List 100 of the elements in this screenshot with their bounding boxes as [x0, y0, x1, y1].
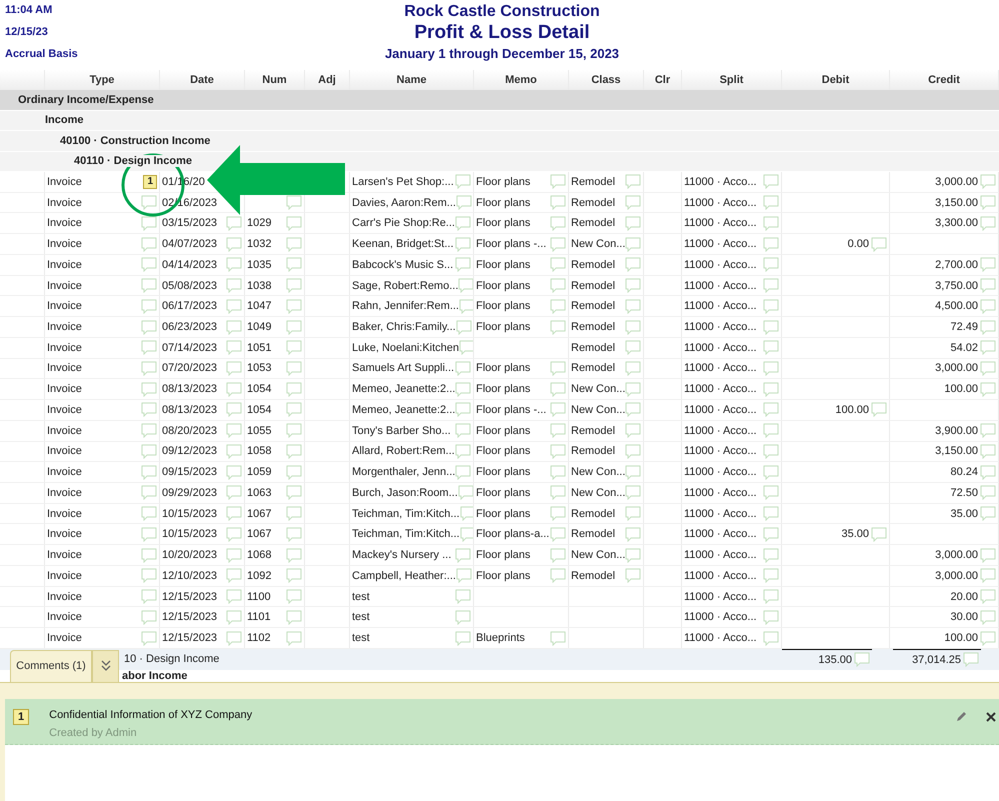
column-header[interactable]: Type [90, 74, 114, 86]
comment-icon[interactable] [455, 630, 471, 646]
comment-icon[interactable] [458, 485, 473, 500]
comment-icon[interactable] [763, 548, 779, 563]
comment-icon[interactable] [980, 548, 996, 563]
comment-icon[interactable] [550, 216, 566, 231]
comment-icon[interactable] [141, 548, 157, 563]
comment-icon[interactable] [455, 423, 471, 438]
comment-icon[interactable] [550, 444, 566, 459]
comment-icon[interactable] [625, 340, 641, 356]
comment-icon[interactable] [980, 506, 996, 522]
comment-icon[interactable] [286, 589, 302, 604]
comment-icon[interactable] [980, 568, 996, 584]
comment-icon[interactable] [980, 630, 996, 646]
comment-icon[interactable] [456, 320, 472, 334]
comment-icon[interactable] [141, 589, 157, 604]
comment-icon[interactable] [763, 485, 779, 500]
comment-icon[interactable] [141, 298, 157, 314]
column-header[interactable]: Adj [318, 74, 336, 86]
comment-icon[interactable] [226, 548, 242, 563]
comment-icon[interactable] [141, 464, 157, 480]
comment-icon[interactable] [141, 485, 157, 500]
comment-icon[interactable] [980, 174, 996, 190]
comment-icon[interactable] [763, 382, 779, 397]
comment-icon[interactable] [226, 257, 242, 272]
comment-icon[interactable] [625, 568, 641, 584]
column-header[interactable]: Num [262, 74, 287, 86]
comment-icon[interactable] [625, 298, 641, 314]
comment-icon[interactable] [763, 340, 779, 356]
comment-icon[interactable] [763, 568, 779, 584]
comment-icon[interactable] [226, 630, 242, 646]
comment-icon[interactable] [625, 195, 641, 210]
comment-icon[interactable] [141, 195, 157, 210]
comment-icon[interactable] [980, 382, 996, 397]
comment-icon[interactable] [980, 485, 996, 500]
comment-icon[interactable] [550, 360, 566, 376]
comment-icon[interactable] [141, 506, 157, 522]
comment-icon[interactable] [550, 236, 566, 252]
comment-icon[interactable] [763, 506, 779, 522]
comment-icon[interactable] [286, 526, 302, 542]
comment-icon[interactable] [455, 360, 471, 376]
comment-icon[interactable] [141, 360, 157, 376]
comment-icon[interactable] [226, 298, 242, 314]
comment-icon[interactable] [455, 382, 472, 397]
comment-icon[interactable] [286, 382, 302, 397]
comment-icon[interactable] [550, 464, 566, 480]
comment-icon[interactable] [226, 444, 242, 459]
comment-icon[interactable] [459, 340, 473, 356]
comment-icon[interactable] [141, 320, 157, 334]
comment-icon[interactable] [226, 320, 242, 334]
comment-icon[interactable] [980, 195, 996, 210]
comment-icon[interactable] [226, 464, 242, 480]
comment-icon[interactable] [286, 610, 302, 625]
comment-icon[interactable] [458, 278, 473, 294]
comment-icon[interactable] [980, 464, 996, 480]
comment-icon[interactable] [460, 526, 473, 542]
comment-icon[interactable] [455, 216, 471, 231]
comment-icon[interactable] [550, 548, 566, 563]
comment-icon[interactable] [455, 257, 471, 272]
comment-icon[interactable] [854, 652, 870, 668]
comment-icon[interactable] [980, 444, 996, 459]
comment-icon[interactable] [625, 402, 642, 418]
comment-icon[interactable] [625, 360, 641, 376]
comment-icon[interactable] [625, 236, 642, 252]
comment-icon[interactable] [763, 216, 779, 231]
comment-icon[interactable] [550, 320, 566, 334]
comment-icon[interactable] [550, 298, 566, 314]
comment-icon[interactable] [980, 589, 996, 604]
comment-icon[interactable] [763, 174, 779, 190]
comment-icon[interactable] [550, 195, 566, 210]
comment-icon[interactable] [625, 444, 641, 459]
comment-icon[interactable] [226, 485, 242, 500]
comment-icon[interactable] [871, 402, 887, 418]
comment-icon[interactable] [980, 340, 996, 356]
comment-icon[interactable] [550, 423, 566, 438]
comment-icon[interactable] [460, 506, 473, 522]
comment-icon[interactable] [286, 216, 302, 231]
comment-icon[interactable] [286, 298, 302, 314]
comment-icon[interactable] [226, 610, 242, 625]
comment-icon[interactable] [286, 568, 302, 584]
comment-icon[interactable] [141, 568, 157, 584]
comments-tab[interactable]: Comments (1) [10, 650, 92, 682]
comment-icon[interactable] [286, 630, 302, 646]
comment-icon[interactable] [550, 382, 566, 397]
comment-icon[interactable] [286, 402, 302, 418]
comment-icon[interactable] [550, 402, 566, 418]
comment-icon[interactable] [226, 360, 242, 376]
comment-icon[interactable] [286, 423, 302, 438]
comment-icon[interactable] [455, 236, 471, 252]
comment-icon[interactable] [455, 610, 471, 625]
comment-icon[interactable] [763, 630, 779, 646]
comment-icon[interactable] [286, 236, 302, 252]
comment-icon[interactable] [763, 195, 779, 210]
comment-icon[interactable] [550, 568, 566, 584]
comment-count[interactable]: 1 [143, 174, 157, 189]
comment-icon[interactable] [226, 216, 242, 231]
comment-icon[interactable] [455, 174, 471, 190]
comment-icon[interactable] [455, 464, 472, 480]
comment-icon[interactable] [980, 320, 996, 334]
comment-icon[interactable] [455, 444, 471, 459]
